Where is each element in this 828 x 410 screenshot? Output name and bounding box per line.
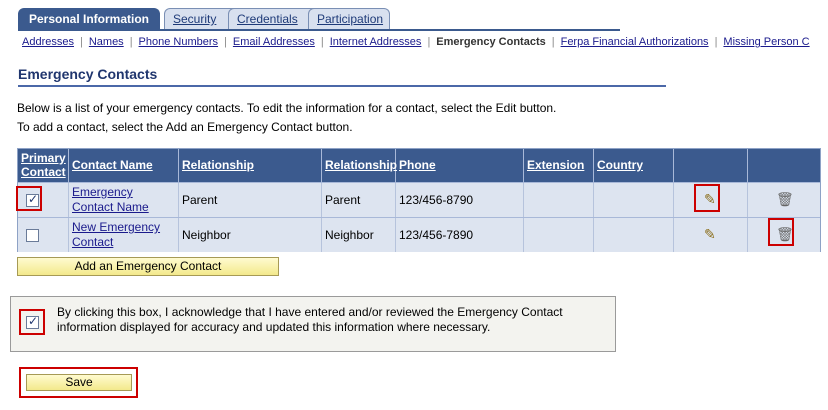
link-internet-addresses[interactable]: Internet Addresses bbox=[330, 36, 422, 48]
acknowledgement-text: By clicking this box, I acknowledge that… bbox=[57, 305, 597, 335]
header-phone[interactable]: Phone bbox=[396, 149, 524, 182]
header-primary-contact[interactable]: Primary Contact bbox=[18, 149, 69, 182]
contact-name-line2: Contact bbox=[72, 235, 114, 249]
contact-name-link[interactable]: Emergency Contact Name bbox=[72, 185, 149, 215]
link-names[interactable]: Names bbox=[89, 36, 124, 48]
relationship-2-cell: Parent bbox=[322, 183, 396, 217]
link-email-addresses[interactable]: Email Addresses bbox=[233, 36, 315, 48]
table-row: New Emergency Contact Neighbor Neighbor … bbox=[18, 217, 820, 252]
acknowledgement-line1: By clicking this box, I acknowledge that… bbox=[57, 305, 563, 319]
contact-name-line1: New Emergency bbox=[72, 220, 161, 234]
header-contact-name[interactable]: Contact Name bbox=[69, 149, 179, 182]
header-country[interactable]: Country bbox=[594, 149, 674, 182]
separator: | bbox=[224, 36, 227, 48]
header-primary-line2: Contact bbox=[21, 165, 66, 179]
highlight-delete-icon bbox=[768, 218, 794, 246]
acknowledgement-line2: information displayed for accuracy and u… bbox=[57, 320, 491, 334]
instruction-text-line1: Below is a list of your emergency contac… bbox=[17, 101, 557, 115]
phone-cell: 123/456-8790 bbox=[396, 183, 524, 217]
add-emergency-contact-button[interactable]: Add an Emergency Contact bbox=[17, 257, 279, 276]
contact-name-cell: New Emergency Contact bbox=[69, 218, 179, 252]
header-delete bbox=[748, 149, 820, 182]
link-ferpa-financial-authorizations[interactable]: Ferpa Financial Authorizations bbox=[561, 36, 709, 48]
header-extension[interactable]: Extension bbox=[524, 149, 594, 182]
separator: | bbox=[714, 36, 718, 48]
country-cell bbox=[594, 183, 674, 217]
delete-cell: 🗑 bbox=[748, 183, 820, 217]
relationship-value: Parent bbox=[182, 193, 218, 207]
link-emergency-contacts-current: Emergency Contacts bbox=[436, 36, 546, 48]
link-missing-person[interactable]: Missing Person C bbox=[723, 36, 809, 48]
phone-value: 123/456-7890 bbox=[399, 228, 474, 242]
edit-cell: ✎ bbox=[674, 218, 748, 252]
tab-participation[interactable]: Participation bbox=[308, 8, 390, 30]
separator: | bbox=[320, 36, 324, 48]
relationship-cell: Parent bbox=[179, 183, 322, 217]
acknowledgement-box: By clicking this box, I acknowledge that… bbox=[10, 296, 616, 352]
header-relationship[interactable]: Relationship bbox=[179, 149, 322, 182]
contact-name-cell: Emergency Contact Name bbox=[69, 183, 179, 217]
page-title: Emergency Contacts bbox=[18, 66, 158, 82]
trash-icon[interactable]: 🗑 bbox=[776, 192, 794, 206]
highlight-primary-checkbox bbox=[16, 186, 42, 211]
grid-header: Primary Contact Contact Name Relationshi… bbox=[18, 149, 820, 182]
separator: | bbox=[129, 36, 133, 48]
relationship-2-value: Parent bbox=[325, 193, 361, 207]
sub-navigation: Addresses | Names | Phone Numbers | Email Addr… bbox=[22, 36, 810, 48]
phone-cell: 123/456-7890 bbox=[396, 218, 524, 252]
separator: | bbox=[79, 36, 83, 48]
tab-personal-information[interactable]: Personal Information bbox=[18, 8, 160, 30]
primary-cell bbox=[18, 218, 69, 252]
relationship-2-cell: Neighbor bbox=[322, 218, 396, 252]
country-cell bbox=[594, 218, 674, 252]
phone-value: 123/456-8790 bbox=[399, 193, 474, 207]
highlight-edit-icon bbox=[694, 184, 720, 212]
link-addresses[interactable]: Addresses bbox=[22, 36, 74, 48]
relationship-2-value: Neighbor bbox=[325, 228, 374, 242]
separator: | bbox=[427, 36, 431, 48]
header-relationship-2[interactable]: Relationship bbox=[322, 149, 397, 182]
contact-name-line1: Emergency bbox=[72, 185, 133, 199]
instruction-text-line2: To add a contact, select the Add an Emer… bbox=[17, 120, 353, 134]
pencil-icon[interactable]: ✎ bbox=[704, 227, 716, 241]
tab-underline bbox=[18, 29, 620, 31]
extension-cell bbox=[524, 183, 594, 217]
relationship-cell: Neighbor bbox=[179, 218, 322, 252]
link-phone-numbers[interactable]: Phone Numbers bbox=[139, 36, 219, 48]
header-primary-line1: Primary bbox=[21, 151, 66, 165]
primary-checkbox[interactable] bbox=[26, 229, 39, 242]
highlight-acknowledgement-checkbox bbox=[19, 309, 45, 335]
extension-cell bbox=[524, 218, 594, 252]
contact-name-link[interactable]: New Emergency Contact bbox=[72, 220, 160, 250]
header-edit bbox=[674, 149, 748, 182]
highlight-save-button bbox=[19, 367, 138, 398]
contact-name-line2: Contact Name bbox=[72, 200, 149, 214]
relationship-value: Neighbor bbox=[182, 228, 231, 242]
title-rule bbox=[18, 85, 666, 87]
separator: | bbox=[551, 36, 555, 48]
